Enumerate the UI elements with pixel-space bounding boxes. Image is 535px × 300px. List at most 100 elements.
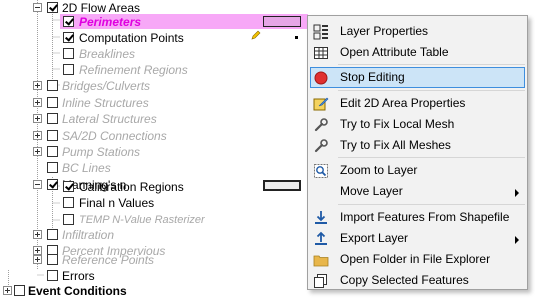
menu-item-label: Copy Selected Features (340, 273, 469, 287)
menu-item-label: Edit 2D Area Properties (340, 96, 466, 110)
layer-checkbox[interactable] (47, 270, 58, 281)
layer-checkbox[interactable] (63, 64, 74, 75)
tree-item-sa2d-connections[interactable]: SA/2D Connections (0, 128, 305, 144)
menu-item-export-layer[interactable]: Export Layer (310, 228, 525, 249)
tree-item-label: Refinement Regions (79, 63, 188, 77)
tree-item-calibration-regions[interactable]: Calibration Regions (0, 179, 305, 195)
export-icon (315, 231, 327, 245)
tree-item-label: Lateral Structures (62, 112, 157, 126)
expand-icon[interactable] (33, 147, 42, 156)
layer-checkbox[interactable] (47, 80, 58, 91)
perimeter-legend-swatch (263, 16, 301, 27)
expand-icon[interactable] (33, 81, 42, 90)
tree-item-inline-structures[interactable]: Inline Structures (0, 95, 305, 111)
tree-item-label: BC Lines (62, 161, 111, 175)
menu-item-label: Try to Fix Local Mesh (340, 117, 455, 131)
expand-icon[interactable] (33, 230, 42, 239)
tree-item-label: Inline Structures (62, 96, 149, 110)
menu-item-zoom-to-layer[interactable]: Zoom to Layer (310, 160, 525, 181)
tree-item-refinement-regions[interactable]: Refinement Regions (0, 62, 305, 78)
menu-item-label: Move Layer (340, 184, 403, 198)
layer-checkbox[interactable] (47, 113, 58, 124)
tree-item-pump-stations[interactable]: Pump Stations (0, 144, 305, 160)
tree-item-label: TEMP N-Value Rasterizer (79, 214, 205, 226)
import-icon (315, 211, 327, 224)
layer-checkbox[interactable] (47, 130, 58, 141)
menu-item-open-folder[interactable]: Open Folder in File Explorer (310, 249, 525, 270)
layer-checkbox[interactable] (47, 97, 58, 108)
calibration-legend-swatch (263, 180, 301, 191)
layer-checkbox[interactable] (63, 214, 74, 225)
tree-item-perimeters[interactable]: Perimeters (0, 14, 305, 40)
menu-item-move-layer[interactable]: Move Layer (310, 181, 525, 202)
zoom-icon (314, 164, 328, 178)
submenu-arrow-icon (515, 236, 519, 244)
stop-record-icon (314, 71, 328, 85)
menu-separator (338, 157, 525, 158)
layer-tree: 2D Flow Areas Perimeters Computation Poi… (0, 0, 308, 300)
layer-checkbox[interactable] (14, 285, 25, 296)
collapse-icon[interactable] (33, 3, 42, 12)
copy-icon (314, 274, 327, 288)
menu-item-label: Open Attribute Table (340, 45, 449, 59)
layer-checkbox[interactable] (47, 229, 58, 240)
tree-item-label: SA/2D Connections (62, 129, 167, 143)
tree-item-label: Event Conditions (28, 284, 127, 298)
expand-icon[interactable] (3, 286, 12, 295)
layer-checkbox[interactable] (47, 254, 58, 265)
layer-checkbox[interactable] (63, 197, 74, 208)
point-legend-swatch (295, 36, 298, 39)
edit-properties-icon (313, 97, 329, 111)
expand-icon[interactable] (33, 98, 42, 107)
tree-item-label: Breaklines (79, 47, 136, 61)
menu-item-label: Import Features From Shapefile (340, 210, 510, 224)
tree-item-bridges-culverts[interactable]: Bridges/Culverts (0, 78, 305, 94)
tree-item-final-n-values[interactable]: Final n Values (0, 195, 305, 211)
layer-checkbox[interactable] (63, 181, 74, 192)
tree-item-label: Reference Points (62, 253, 155, 267)
tree-item-errors[interactable]: Errors (0, 268, 305, 284)
menu-item-label: Layer Properties (340, 24, 429, 38)
menu-item-label: Stop Editing (340, 70, 405, 84)
layer-checkbox[interactable] (63, 32, 74, 43)
menu-separator (338, 90, 525, 91)
tree-item-temp-n-value-rasterizer[interactable]: TEMP N-Value Rasterizer (0, 212, 305, 228)
menu-separator (338, 204, 525, 205)
tree-item-label: Calibration Regions (79, 180, 184, 194)
context-menu: Layer Properties Open Attribute Table St… (307, 15, 528, 290)
tree-item-bc-lines[interactable]: BC Lines (0, 160, 305, 176)
menu-item-import-features[interactable]: Import Features From Shapefile (310, 207, 525, 228)
tree-item-label: Pump Stations (62, 145, 141, 159)
tree-item-computation-points[interactable]: Computation Points (0, 30, 305, 46)
tree-item-lateral-structures[interactable]: Lateral Structures (0, 111, 305, 127)
menu-item-label: Export Layer (340, 231, 409, 245)
menu-item-edit-2d-area-properties[interactable]: Edit 2D Area Properties (310, 93, 525, 114)
menu-item-try-fix-all-meshes[interactable]: Try to Fix All Meshes (310, 135, 525, 156)
expand-icon[interactable] (33, 131, 42, 140)
menu-item-copy-selected-features[interactable]: Copy Selected Features (310, 270, 525, 291)
menu-item-open-attribute-table[interactable]: Open Attribute Table (310, 42, 525, 63)
tree-item-label: Bridges/Culverts (62, 79, 151, 93)
menu-separator (338, 64, 525, 65)
menu-item-stop-editing[interactable]: Stop Editing (310, 67, 525, 88)
tree-item-label: Infiltration (62, 228, 115, 242)
wrench-icon (314, 118, 328, 132)
layer-checkbox[interactable] (47, 162, 58, 173)
expand-icon[interactable] (33, 255, 42, 264)
tree-item-infiltration[interactable]: Infiltration (0, 227, 305, 243)
menu-item-label: Zoom to Layer (340, 163, 418, 177)
expand-icon[interactable] (33, 114, 42, 123)
tree-item-event-conditions[interactable]: Event Conditions (0, 283, 305, 299)
menu-item-try-fix-local-mesh[interactable]: Try to Fix Local Mesh (310, 114, 525, 135)
tree-item-breaklines[interactable]: Breaklines (0, 46, 305, 62)
layer-checkbox[interactable] (47, 2, 58, 13)
wrench-icon (314, 139, 328, 153)
tree-item-label: Perimeters (79, 15, 142, 29)
tree-item-reference-points[interactable]: Reference Points (0, 252, 305, 268)
menu-item-layer-properties[interactable]: Layer Properties (310, 21, 525, 42)
layer-checkbox[interactable] (47, 146, 58, 157)
menu-item-label: Open Folder in File Explorer (340, 252, 491, 266)
layer-checkbox[interactable] (63, 16, 74, 27)
layer-checkbox[interactable] (63, 48, 74, 59)
table-icon (314, 47, 328, 59)
